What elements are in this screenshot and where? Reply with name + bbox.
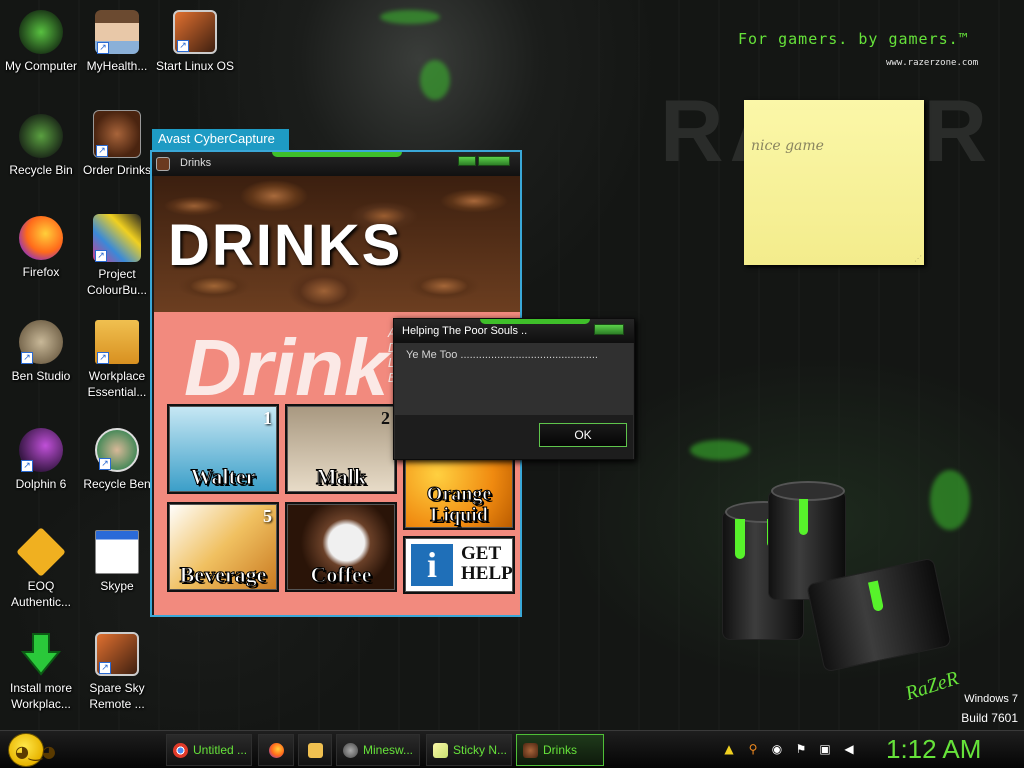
dialog-close-button[interactable] (594, 324, 624, 335)
desktop-icon-spare-sky[interactable]: ↗ Spare Sky Remote ... (76, 632, 158, 712)
firefox-icon (19, 216, 63, 260)
coffee-bean-icon (156, 157, 170, 171)
sticky-note-icon (433, 743, 448, 758)
shortcut-arrow-icon: ↗ (21, 352, 33, 364)
desktop-icon-order-drinks[interactable]: ↗ Order Drinks (76, 110, 158, 178)
desktop-icon-start-linux[interactable]: ↗ Start Linux OS (154, 10, 236, 74)
drink-tile-orange-liquid[interactable]: Orange Liquid (403, 450, 515, 530)
desktop-icon-skype[interactable]: Skype (76, 530, 158, 594)
search-icon[interactable]: ⚲ (746, 742, 760, 756)
sticky-note[interactable]: nice game ⋰ (744, 100, 924, 265)
dialog-title: Helping The Poor Souls .. (402, 325, 528, 337)
green-splash (930, 470, 970, 530)
drinks-banner: DRINKS (154, 176, 520, 312)
start-button[interactable]: ◕‿◕ (8, 733, 56, 767)
collage-icon: ↗ (93, 214, 141, 262)
shortcut-arrow-icon: ↗ (177, 40, 189, 52)
ok-button[interactable]: OK (539, 423, 627, 447)
taskbar-button-explorer[interactable] (298, 734, 332, 766)
key-icon (16, 527, 66, 577)
taskbar: ◕‿◕ Untitled ... Minesw... Sticky N... D… (0, 730, 1024, 768)
drink-tile-coffee[interactable]: Coffee (285, 502, 397, 592)
avatar-icon: ↗ (95, 10, 139, 54)
green-splash (420, 60, 450, 100)
volume-mixer-icon[interactable]: ◉ (770, 742, 784, 756)
shortcut-arrow-icon: ↗ (95, 250, 107, 262)
network-icon[interactable]: ▣ (818, 742, 832, 756)
cat-icon: ↗ (19, 320, 63, 364)
shortcut-arrow-icon: ↗ (96, 145, 108, 157)
window-title: Drinks (180, 157, 212, 169)
shortcut-arrow-icon: ↗ (97, 42, 109, 54)
desktop-icon-recycle-ben[interactable]: ↗ Recycle Ben (76, 428, 158, 492)
window-icon (95, 530, 139, 574)
shortcut-arrow-icon: ↗ (99, 458, 111, 470)
computer-icon (19, 10, 63, 54)
desktop-icon-project-colourbu[interactable]: ↗ Project ColourBu... (76, 214, 158, 298)
wallpaper-site: www.razerzone.com (886, 58, 979, 68)
folder-icon: ↗ (95, 320, 139, 364)
flag-icon[interactable]: ⚑ (794, 742, 808, 756)
vm-icon: ↗ (95, 632, 139, 676)
os-name: Windows 7 (964, 693, 1018, 705)
taskbar-button-firefox[interactable] (258, 734, 294, 766)
drink-tile-beverage[interactable]: 5 Beverage (167, 502, 279, 592)
get-help-tile[interactable]: i GET HELP (403, 536, 515, 594)
drink-tile-malk[interactable]: 2 Malk (285, 404, 397, 494)
clock[interactable]: 1:12 AM (886, 734, 981, 765)
vm-icon: ↗ (173, 10, 217, 54)
green-splash (690, 440, 750, 460)
warning-icon[interactable]: ▲ (722, 742, 736, 756)
banner-title: DRINKS (168, 213, 403, 278)
taskbar-button-chrome[interactable]: Untitled ... (166, 734, 252, 766)
firefox-icon (269, 743, 284, 758)
taskbar-button-sticky-notes[interactable]: Sticky N... (426, 734, 512, 766)
chrome-icon (173, 743, 188, 758)
resize-grip-icon[interactable]: ⋰ (914, 254, 922, 263)
info-icon: i (411, 544, 453, 586)
desktop-icon-eoq[interactable]: EOQ Authentic... (0, 527, 82, 610)
face-icon: ↗ (95, 428, 139, 472)
dialog-titlebar[interactable]: Helping The Poor Souls .. (394, 319, 634, 343)
message-dialog[interactable]: Helping The Poor Souls .. Ye Me Too ....… (393, 318, 635, 460)
desktop-icon-dolphin[interactable]: ↗ Dolphin 6 (0, 428, 82, 492)
desktop-icon-firefox[interactable]: Firefox (0, 216, 82, 280)
taskbar-button-drinks[interactable]: Drinks (516, 734, 604, 766)
desktop-icon-workplace-essential[interactable]: ↗ Workplace Essential... (76, 320, 158, 400)
gear-icon (343, 743, 358, 758)
taskbar-button-minesweeper[interactable]: Minesw... (336, 734, 420, 766)
desktop-icon-my-computer[interactable]: My Computer (0, 10, 82, 74)
dolphin-icon: ↗ (19, 428, 63, 472)
shortcut-arrow-icon: ↗ (21, 460, 33, 472)
smiley-icon: ◕‿◕ (15, 742, 56, 761)
close-button[interactable] (478, 156, 510, 166)
wallpaper-tagline: For gamers. by gamers.™ (738, 30, 969, 48)
download-arrow-icon (19, 632, 63, 676)
drink-tile-walter[interactable]: 1 Walter (167, 404, 279, 494)
os-build: Build 7601 (961, 711, 1018, 725)
window-titlebar[interactable]: Drinks (152, 152, 520, 176)
shortcut-arrow-icon: ↗ (99, 662, 111, 674)
speaker-icon[interactable]: ◀ (842, 742, 856, 756)
green-splash (380, 10, 440, 24)
recycle-bin-icon (19, 114, 63, 158)
avast-cybercapture-tab[interactable]: Avast CyberCapture (152, 129, 289, 150)
coffee-bean-icon (523, 743, 538, 758)
folder-icon (308, 743, 323, 758)
desktop-icon-myhealth[interactable]: ↗ MyHealth... (76, 10, 158, 74)
minimize-button[interactable] (458, 156, 476, 166)
desktop-icon-ben-studio[interactable]: ↗ Ben Studio (0, 320, 82, 384)
dialog-message: Ye Me Too ..............................… (406, 349, 598, 361)
desktop-icon-recycle-bin[interactable]: Recycle Bin (0, 114, 82, 178)
razer-corner-logo: RaZeR (902, 667, 962, 705)
shortcut-arrow-icon: ↗ (97, 352, 109, 364)
desktop-icon-install-more[interactable]: Install more Workplac... (0, 632, 82, 712)
coffee-bean-icon: ↗ (93, 110, 141, 158)
drinks-heading: Drink (184, 323, 389, 412)
sticky-note-text[interactable]: nice game (751, 138, 824, 154)
